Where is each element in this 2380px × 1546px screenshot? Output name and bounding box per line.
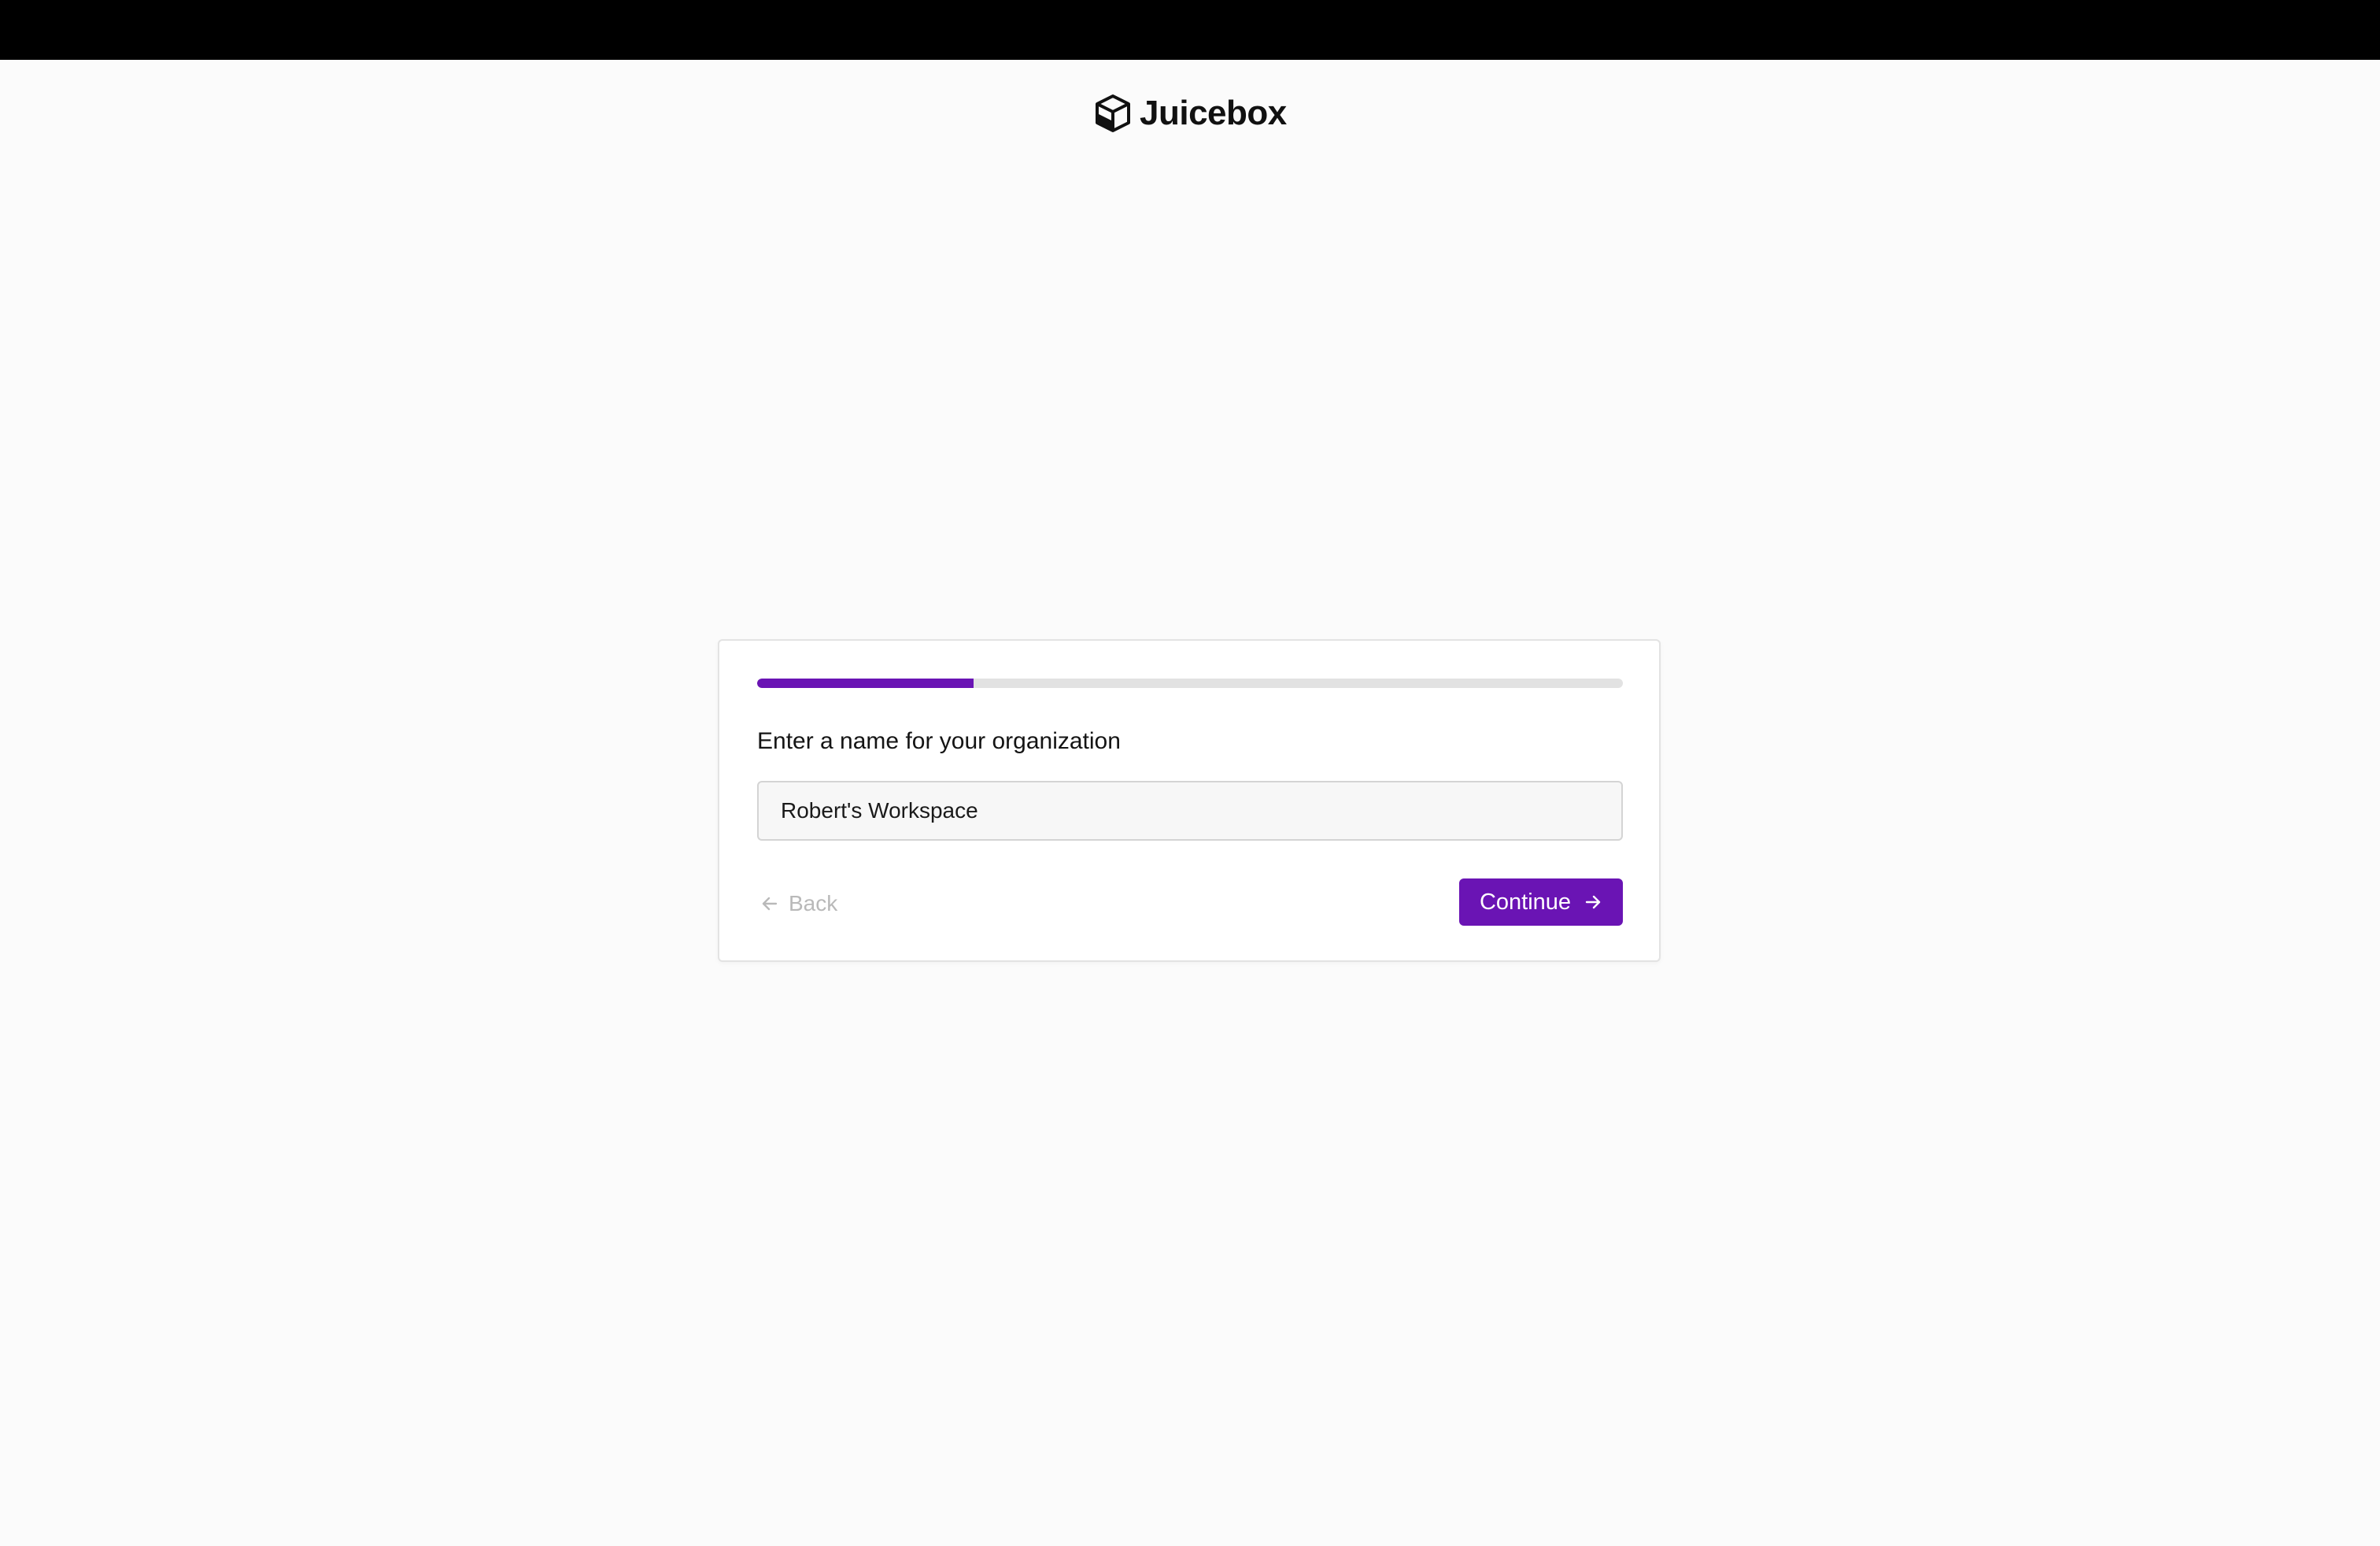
- continue-button[interactable]: Continue: [1459, 878, 1623, 926]
- onboarding-card: Enter a name for your organization Back …: [718, 639, 1661, 962]
- back-button[interactable]: Back: [757, 880, 841, 927]
- continue-button-label: Continue: [1479, 889, 1572, 915]
- top-bar: [0, 0, 2380, 60]
- progress-bar-fill: [757, 679, 974, 688]
- organization-name-input[interactable]: [757, 781, 1623, 841]
- brand-logo: Juicebox: [1094, 91, 1287, 135]
- back-button-label: Back: [789, 891, 838, 915]
- arrow-right-icon: [1585, 895, 1601, 909]
- brand-name: Juicebox: [1140, 94, 1287, 132]
- cube-icon: [1096, 94, 1130, 132]
- arrow-left-icon: [762, 897, 778, 911]
- organization-name-prompt: Enter a name for your organization: [757, 728, 1121, 754]
- progress-bar: [757, 679, 1623, 688]
